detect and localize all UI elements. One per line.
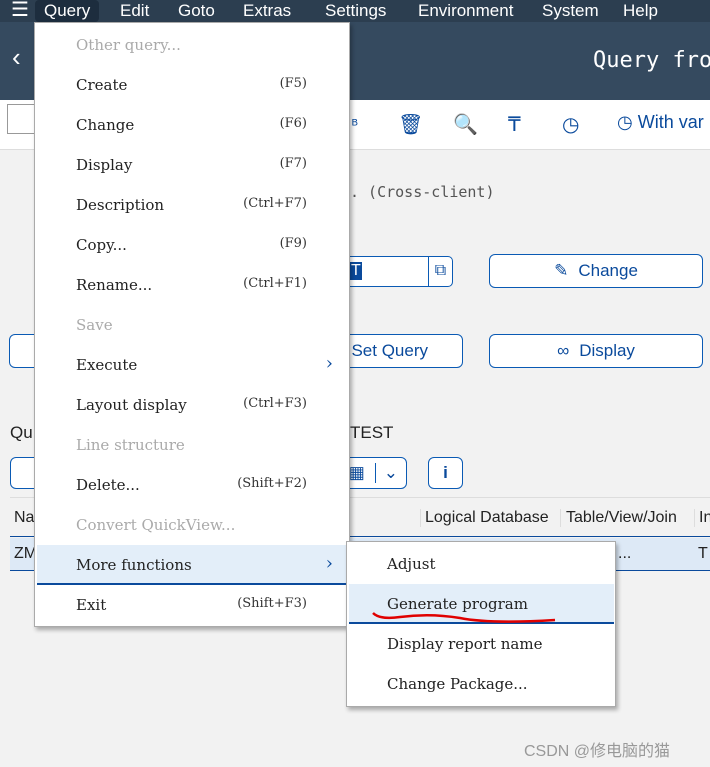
menu-environment[interactable]: Environment bbox=[409, 0, 522, 22]
pencil-icon: ✎ bbox=[554, 261, 569, 280]
column-header-in[interactable]: In bbox=[694, 509, 710, 527]
menu-item-delete[interactable]: Delete... (Shift+F2) bbox=[37, 465, 349, 505]
cross-client-label: . (Cross-client) bbox=[350, 183, 495, 201]
menu-edit[interactable]: Edit bbox=[111, 0, 158, 22]
menu-item-exit[interactable]: Exit (Shift+F3) bbox=[37, 585, 349, 625]
value-help-icon[interactable]: ⧉ bbox=[428, 256, 453, 287]
menu-goto[interactable]: Goto bbox=[169, 0, 224, 22]
submenu-item-adjust[interactable]: Adjust bbox=[349, 544, 614, 584]
menu-item-line-structure[interactable]: Line structure bbox=[37, 425, 349, 465]
hamburger-menu-icon[interactable]: ☰ bbox=[2, 0, 38, 22]
red-underline-annotation bbox=[372, 612, 556, 623]
with-variant-button[interactable]: ◷ With var bbox=[617, 112, 704, 133]
menu-settings[interactable]: Settings bbox=[316, 0, 395, 22]
query-input[interactable]: T bbox=[345, 256, 429, 287]
menu-item-change[interactable]: Change (F6) bbox=[37, 105, 349, 145]
change-button[interactable]: ✎ Change bbox=[489, 254, 703, 288]
info-icon[interactable]: i bbox=[428, 457, 463, 489]
section-title-suffix: TEST bbox=[350, 423, 394, 442]
display-button[interactable]: ∞ Display bbox=[489, 334, 703, 368]
menu-item-layout-display[interactable]: Layout display (Ctrl+F3) bbox=[37, 385, 349, 425]
back-icon[interactable]: ‹ bbox=[12, 42, 21, 73]
menu-query[interactable]: Query bbox=[35, 0, 100, 22]
chevron-down-icon: ⌄ bbox=[374, 463, 398, 483]
menu-item-save[interactable]: Save bbox=[37, 305, 349, 345]
grid-icon: ▦ bbox=[348, 463, 365, 482]
menu-item-other-query[interactable]: Other query... bbox=[37, 25, 349, 65]
menu-extras[interactable]: Extras bbox=[234, 0, 300, 22]
submenu-item-change-package[interactable]: Change Package... bbox=[349, 664, 614, 704]
column-header[interactable]: Na bbox=[14, 509, 34, 527]
sort-icon[interactable]: ᴮ bbox=[352, 116, 358, 132]
chevron-right-icon: › bbox=[325, 353, 333, 374]
column-header-logical-database[interactable]: Logical Database bbox=[420, 509, 549, 527]
menu-item-rename[interactable]: Rename... (Ctrl+F1) bbox=[37, 265, 349, 305]
glasses-icon: ∞ bbox=[557, 341, 570, 360]
menu-item-execute[interactable]: Execute › bbox=[37, 345, 349, 385]
column-header-table-view-join[interactable]: Table/View/Join bbox=[560, 509, 677, 527]
menu-item-copy[interactable]: Copy... (F9) bbox=[37, 225, 349, 265]
query-dropdown-menu: Other query... Create (F5) Change (F6) Dis… bbox=[34, 22, 350, 627]
menu-item-create[interactable]: Create (F5) bbox=[37, 65, 349, 105]
section-title: Qu bbox=[10, 423, 33, 442]
menu-system[interactable]: System bbox=[533, 0, 608, 22]
page-title: Query fro bbox=[593, 48, 710, 73]
clock-check-icon: ◷ bbox=[617, 112, 633, 132]
menu-item-display[interactable]: Display (F7) bbox=[37, 145, 349, 185]
menu-help[interactable]: Help bbox=[614, 0, 667, 22]
menu-item-description[interactable]: Description (Ctrl+F7) bbox=[37, 185, 349, 225]
menu-item-convert-quickview[interactable]: Convert QuickView... bbox=[37, 505, 349, 545]
menu-item-more-functions[interactable]: More functions › bbox=[37, 545, 349, 585]
find-icon[interactable]: 🔍 bbox=[453, 112, 478, 137]
submenu-item-display-report-name[interactable]: Display report name bbox=[349, 624, 614, 664]
chevron-right-icon: › bbox=[325, 553, 333, 574]
menu-bar: ☰ Query Edit Goto Extras Settings Enviro… bbox=[0, 0, 710, 22]
watermark: CSDN @修电脑的猫 bbox=[524, 743, 671, 760]
flow-icon[interactable]: ₸ bbox=[508, 112, 521, 137]
delete-icon[interactable]: 🗑 bbox=[398, 112, 423, 137]
command-field[interactable] bbox=[7, 104, 37, 134]
clock-icon[interactable]: ◷ bbox=[562, 112, 579, 137]
